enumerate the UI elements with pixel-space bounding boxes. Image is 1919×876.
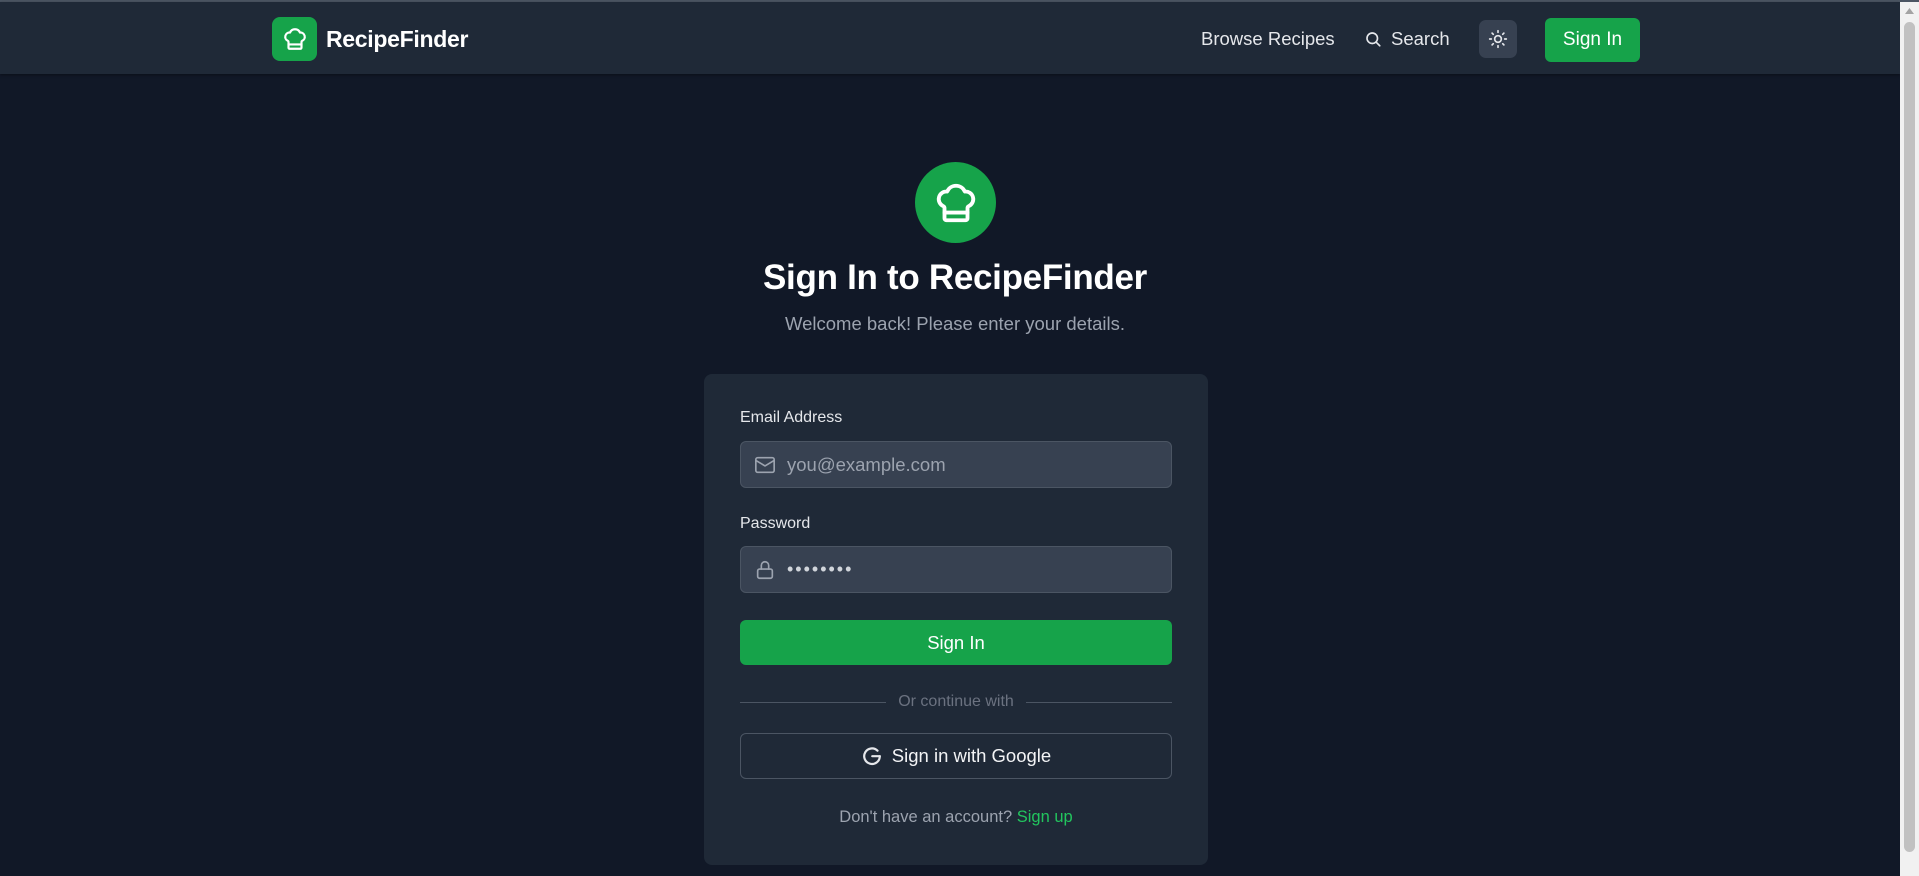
mail-icon [754,454,776,476]
sun-icon [1488,29,1508,49]
signup-row: Don't have an account? Sign up [704,808,1208,827]
top-navbar: RecipeFinder Browse Recipes Search Sign … [0,2,1900,74]
header-sign-in-button[interactable]: Sign In [1545,18,1640,62]
nav-browse-recipes[interactable]: Browse Recipes [1201,28,1335,50]
nav-search-label: Search [1391,28,1450,49]
page-subtitle: Welcome back! Please enter your details. [784,313,1126,334]
password-field[interactable] [740,546,1172,593]
scrollbar-thumb[interactable] [1904,22,1915,852]
page-title: Sign In to RecipeFinder [763,258,1147,297]
email-label: Email Address [740,409,843,426]
google-sign-in-button[interactable]: Sign in with Google [740,733,1172,779]
theme-toggle-button[interactable] [1479,20,1517,58]
sign-in-button[interactable]: Sign In [740,620,1172,665]
email-field[interactable] [740,441,1172,488]
brand-name: RecipeFinder [326,25,469,52]
divider-line [1025,701,1173,703]
vertical-scrollbar[interactable] [1900,2,1919,876]
scroll-up-arrow-icon[interactable] [1900,2,1919,20]
search-icon [1364,30,1382,48]
password-input[interactable] [787,547,1171,592]
lock-icon [754,559,776,581]
nav-search[interactable]: Search [1364,28,1450,50]
password-label: Password [740,515,811,532]
sign-in-card: Email Address Password Sign In Or contin… [704,374,1208,865]
google-icon [861,745,883,767]
chef-hat-icon [272,17,317,61]
email-input[interactable] [787,442,1171,487]
divider: Or continue with [740,693,1173,711]
google-button-label: Sign in with Google [891,745,1052,766]
sign-up-link[interactable]: Sign up [1017,808,1073,826]
chef-hat-icon [915,162,996,243]
signup-prompt: Don't have an account? [839,808,1013,826]
brand[interactable]: RecipeFinder [272,17,468,61]
divider-text: Or continue with [898,693,1014,710]
divider-line [740,701,887,703]
page: RecipeFinder Browse Recipes Search Sign … [0,0,1919,876]
